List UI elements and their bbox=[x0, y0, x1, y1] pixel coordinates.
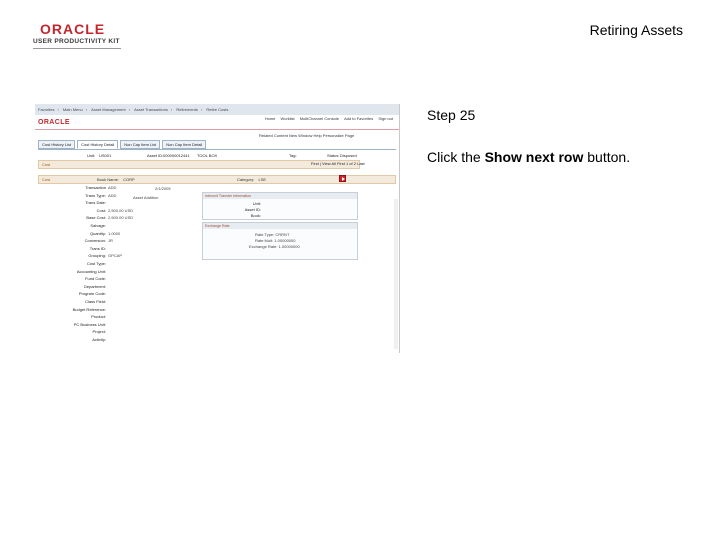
tag-label: Tag: bbox=[289, 153, 297, 158]
interunit-transfer-title: Interunit Transfer Information bbox=[203, 193, 357, 199]
trans-date-value: 2/1/2005 bbox=[155, 186, 171, 191]
breadcrumb-item[interactable]: Retirements bbox=[176, 107, 198, 112]
header-divider bbox=[35, 129, 399, 130]
status-label: Status: bbox=[327, 153, 340, 158]
field-value: GPCAP bbox=[108, 253, 123, 259]
step-screenshot: Favorites › Main Menu › Asset Management › … bbox=[35, 104, 400, 353]
nav-favorites-link[interactable]: Add to Favorites bbox=[344, 116, 373, 121]
field-label: Base Cost: bbox=[86, 215, 106, 221]
nav-worklist-link[interactable]: Worklist bbox=[281, 116, 295, 121]
box1-book-label: Book: bbox=[250, 213, 261, 218]
field-label: Trans ID: bbox=[89, 245, 106, 251]
field-label: Class Field: bbox=[85, 299, 106, 304]
field-label: Transaction bbox=[85, 185, 106, 190]
instruction-target: Show next row bbox=[484, 149, 584, 165]
rate-type: Rate Type: CRRNT bbox=[255, 232, 290, 237]
tab-non-cap-item-list[interactable]: Non Cap Item List bbox=[120, 140, 161, 149]
breadcrumb-item[interactable]: Favorites bbox=[38, 107, 54, 112]
exchange-rate: Exchange Rate: 1.00000000 bbox=[249, 244, 300, 249]
breadcrumb-item[interactable]: Retire Costs bbox=[206, 107, 228, 112]
book-name: Book Name: CORP bbox=[97, 177, 135, 182]
instruction-suffix: button. bbox=[583, 149, 631, 165]
oracle-upk-logo: ORACLE USER PRODUCTIVITY KIT bbox=[33, 22, 125, 48]
unit-value: US001 bbox=[99, 153, 112, 158]
box1-asset-label: Asset ID: bbox=[244, 207, 261, 212]
breadcrumb-item[interactable]: Asset Management bbox=[91, 107, 125, 112]
box1-unit-label: Unit: bbox=[252, 201, 261, 206]
field-value: JR bbox=[108, 238, 113, 244]
asset-id-label: Asset ID: bbox=[147, 153, 164, 158]
tab-cost-history-detail[interactable]: Cost History Detail bbox=[77, 140, 119, 149]
field-label: Grouping: bbox=[88, 253, 106, 259]
field-label: Department: bbox=[83, 283, 106, 289]
field-label: Quantity: bbox=[89, 230, 106, 236]
cost-row-title: Cost bbox=[42, 177, 51, 182]
field-label: Activity: bbox=[92, 337, 106, 342]
field-label: Salvage: bbox=[90, 223, 106, 228]
field-value: ADD bbox=[108, 192, 117, 198]
page-links[interactable]: Related Content New Window Help Personal… bbox=[259, 133, 354, 138]
step-instruction: Click the Show next row button. bbox=[427, 149, 630, 165]
tab-bar: Cost History List Cost History Detail No… bbox=[38, 140, 207, 149]
logo-divider bbox=[33, 48, 121, 49]
tab-non-cap-item-detail[interactable]: Non Cap Item Detail bbox=[162, 140, 207, 149]
field-label: Accounting Unit: bbox=[76, 268, 106, 274]
field-label: Trans Date: bbox=[85, 200, 106, 206]
exchange-rate-title: Exchange Rate bbox=[203, 223, 357, 229]
step-label: Step 25 bbox=[427, 107, 476, 123]
trans-description: Asset Addition bbox=[133, 195, 159, 200]
row-navigation[interactable]: Find | View All First 1 of 2 Last bbox=[311, 161, 365, 166]
field-label: Fund Code: bbox=[85, 276, 106, 282]
status-value: Disposed bbox=[340, 153, 357, 158]
scrollbar[interactable] bbox=[394, 199, 398, 349]
interunit-transfer-box: Interunit Transfer Information Unit: Ass… bbox=[202, 192, 358, 220]
breadcrumb-item[interactable]: Main Menu bbox=[63, 107, 83, 112]
field-label: Conversion: bbox=[84, 238, 106, 244]
field-label: Product: bbox=[91, 314, 106, 320]
tab-underline bbox=[38, 149, 396, 150]
field-label: PC Business Unit: bbox=[73, 321, 106, 327]
field-label: Project: bbox=[92, 329, 106, 335]
cost-section-title: Cost bbox=[42, 162, 51, 167]
field-label: Cost Type: bbox=[86, 261, 106, 266]
breadcrumb-item[interactable]: Asset Transactions bbox=[134, 107, 168, 112]
logo-subtitle: USER PRODUCTIVITY KIT bbox=[33, 38, 120, 45]
nav-home-link[interactable]: Home bbox=[265, 116, 276, 121]
field-value: ADD bbox=[108, 185, 117, 190]
instruction-prefix: Click the bbox=[427, 149, 485, 165]
app-brand: ORACLE bbox=[38, 119, 70, 126]
field-value: 2,500.00 USD bbox=[108, 215, 134, 221]
category: Category: LSE bbox=[237, 177, 267, 182]
nav-console-link[interactable]: MultiChannel Console bbox=[300, 116, 339, 121]
tab-cost-history-list[interactable]: Cost History List bbox=[38, 140, 76, 149]
asset-id-value: 000000012441 bbox=[163, 153, 190, 158]
field-label: Cost: bbox=[96, 207, 106, 213]
show-next-row-button[interactable] bbox=[339, 175, 346, 182]
logo-wordmark: ORACLE bbox=[40, 21, 106, 37]
unit-label: Unit: bbox=[87, 153, 96, 158]
exchange-rate-box: Exchange Rate Rate Type: CRRNT Rate Mult… bbox=[202, 222, 358, 260]
breadcrumb: Favorites › Main Menu › Asset Management › … bbox=[35, 104, 399, 115]
field-value: 2,500.00 USD bbox=[108, 207, 134, 213]
asset-summary-row: Unit: US001 Asset ID: 000000012441 TOOL … bbox=[35, 152, 399, 160]
field-label: Program Code: bbox=[78, 291, 106, 297]
field-label: Trans Type: bbox=[85, 192, 106, 198]
page-title: Retiring Assets bbox=[589, 22, 683, 38]
asset-description: TOOL BOX bbox=[197, 153, 218, 158]
field-label: Budget Reference: bbox=[72, 306, 106, 312]
field-value: 1.0000 bbox=[108, 230, 121, 236]
nav-links: Home Worklist MultiChannel Console Add t… bbox=[261, 116, 393, 121]
rate-mult: Rate Mult: 1.00000000 bbox=[255, 238, 296, 243]
nav-signout-link[interactable]: Sign out bbox=[378, 116, 393, 121]
